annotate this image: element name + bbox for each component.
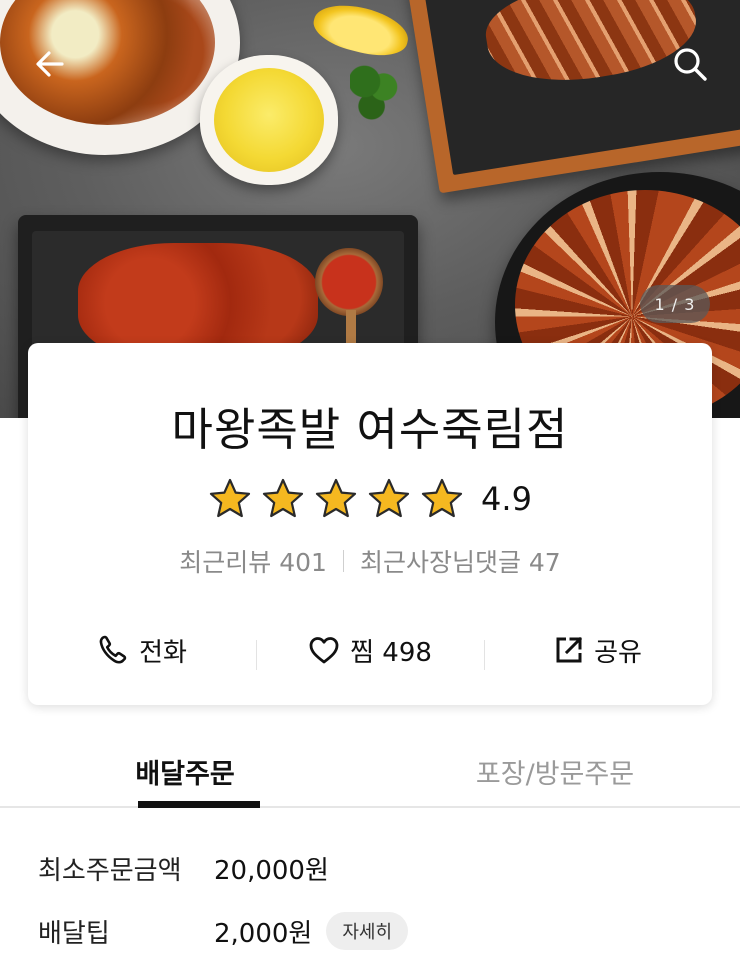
- tip-detail-button[interactable]: 자세히: [326, 912, 409, 950]
- divider: [342, 550, 344, 572]
- herb-garnish-image: [350, 65, 398, 120]
- call-button[interactable]: 전화: [28, 632, 256, 669]
- star-icon: [368, 478, 410, 518]
- recent-reviews-link[interactable]: 최근리뷰 401: [179, 543, 327, 579]
- share-label: 공유: [594, 637, 642, 668]
- phone-icon: [99, 635, 127, 664]
- search-button[interactable]: [668, 42, 712, 86]
- favorite-label: 찜 498: [350, 637, 432, 668]
- tab-delivery[interactable]: 배달주문: [0, 730, 370, 808]
- rating-value: 4.9: [481, 480, 532, 518]
- star-icon: [209, 478, 251, 518]
- garlic-sauce-image: [214, 68, 324, 172]
- star-icon: [262, 478, 304, 518]
- store-info-card: 마왕족발 여수죽림점 4.9 최근리뷰 401 최근사장님댓글 47 전화 찜 …: [28, 343, 712, 705]
- tab-pickup[interactable]: 포장/방문주문: [370, 730, 740, 806]
- search-icon: [674, 48, 707, 81]
- delivery-tip-row: 배달팁 2,000원 자세히: [38, 912, 409, 950]
- owner-comments-link[interactable]: 최근사장님댓글 47: [360, 543, 561, 579]
- star-icon: [421, 478, 463, 518]
- back-arrow-icon: [36, 51, 64, 77]
- call-label: 전화: [139, 637, 187, 668]
- chili-sauce-cup-image: [315, 248, 383, 316]
- min-order-value: 20,000원: [214, 856, 329, 886]
- action-bar: 전화 찜 498 공유: [28, 625, 712, 675]
- star-icon: [315, 478, 357, 518]
- delivery-tip-value: 2,000원: [214, 918, 313, 949]
- lemon-image: [309, 0, 413, 63]
- min-order-label: 최소주문금액: [38, 856, 182, 886]
- share-icon: [556, 636, 583, 663]
- serving-board-image: [404, 0, 740, 194]
- store-name: 마왕족발 여수죽림점: [171, 403, 569, 456]
- image-counter: 1 / 3: [640, 285, 710, 323]
- review-summary: 최근리뷰 401 최근사장님댓글 47: [28, 543, 712, 579]
- favorite-button[interactable]: 찜 498: [256, 632, 484, 670]
- back-button[interactable]: [28, 42, 72, 86]
- min-order-row: 최소주문금액 20,000원: [38, 850, 329, 887]
- heart-icon: [309, 637, 339, 664]
- rating-row[interactable]: 4.9: [28, 477, 712, 521]
- delivery-tip-label: 배달팁: [38, 918, 110, 949]
- order-type-tabs: 배달주문 포장/방문주문: [0, 730, 740, 808]
- share-button[interactable]: 공유: [484, 632, 712, 670]
